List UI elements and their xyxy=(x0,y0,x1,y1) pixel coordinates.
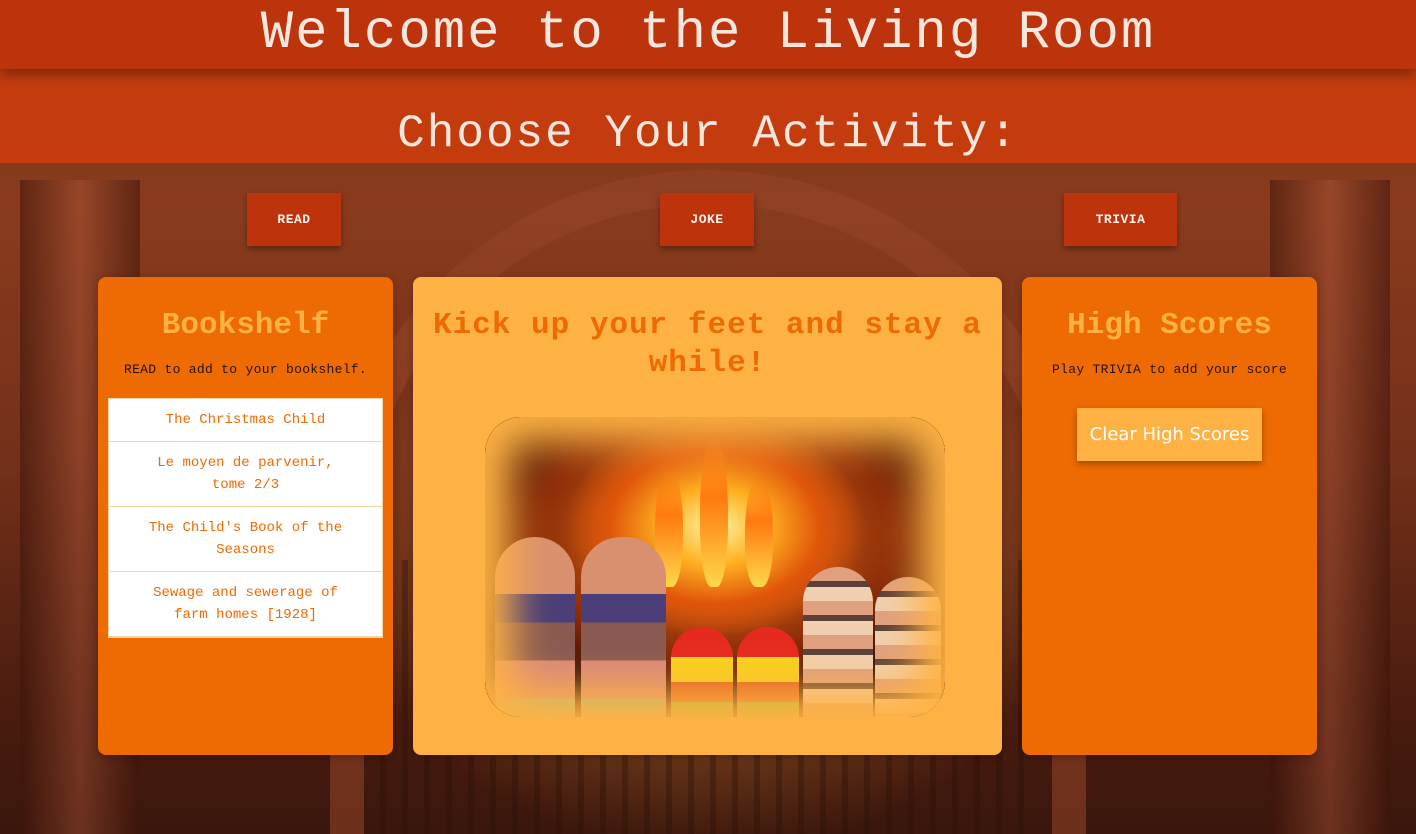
clear-high-scores-button[interactable]: Clear High Scores xyxy=(1077,408,1262,461)
book-item[interactable]: The Child's Book of the Seasons xyxy=(109,507,382,572)
bookshelf-hint: READ to add to your bookshelf. xyxy=(123,362,368,377)
book-item[interactable]: The Christmas Child xyxy=(109,399,382,442)
book-item[interactable]: Le moyen de parvenir, tome 2/3 xyxy=(109,442,382,507)
read-button[interactable]: READ xyxy=(247,193,341,246)
top-header: Welcome to the Living Room xyxy=(0,0,1416,69)
high-scores-card: High Scores Play TRIVIA to add your scor… xyxy=(1022,277,1317,755)
activity-header: Choose Your Activity: xyxy=(0,69,1416,163)
main-title: Kick up your feet and stay a while! xyxy=(433,308,982,381)
page-title: Welcome to the Living Room xyxy=(260,3,1156,64)
joke-button[interactable]: JOKE xyxy=(660,193,754,246)
trivia-button[interactable]: TRIVIA xyxy=(1064,193,1177,246)
image-vignette xyxy=(485,417,945,717)
page-subtitle: Choose Your Activity: xyxy=(397,108,1019,160)
bookshelf-list: The Christmas Child Le moyen de parvenir… xyxy=(108,398,383,638)
bookshelf-title: Bookshelf xyxy=(161,308,330,343)
main-card: Kick up your feet and stay a while! xyxy=(413,277,1002,755)
high-scores-title: High Scores xyxy=(1067,308,1272,343)
book-item[interactable]: Sewage and sewerage of farm homes [1928] xyxy=(109,572,382,636)
high-scores-hint: Play TRIVIA to add your score xyxy=(1052,362,1287,377)
bookshelf-card: Bookshelf READ to add to your bookshelf.… xyxy=(98,277,393,755)
cozy-fireplace-socks-image xyxy=(485,417,945,717)
